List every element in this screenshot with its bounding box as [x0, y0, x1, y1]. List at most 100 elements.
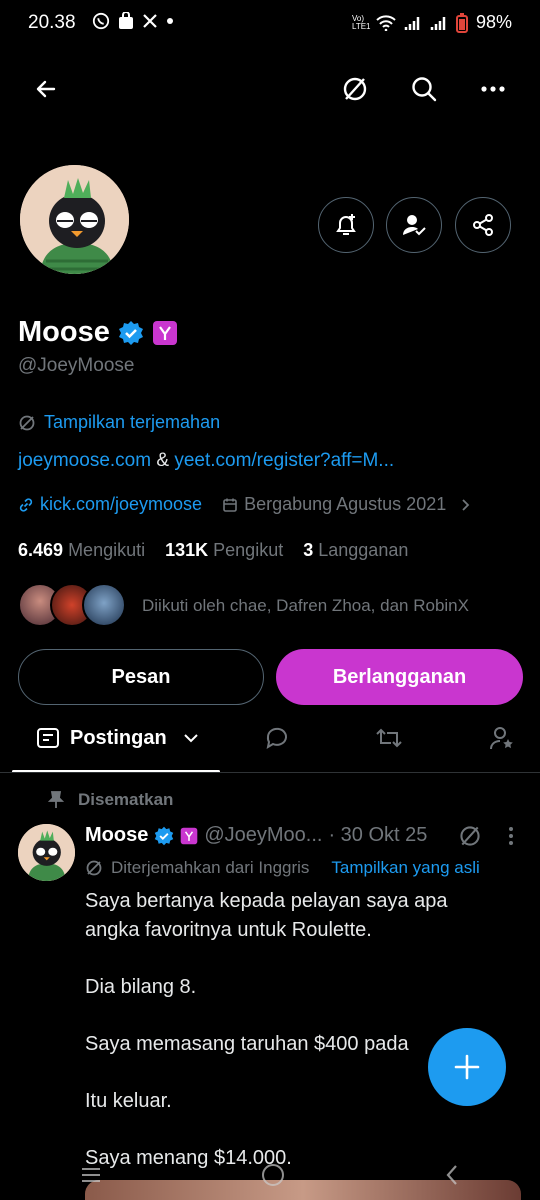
- followed-by-text[interactable]: Diikuti oleh chae, Dafren Zhoa, dan Robi…: [142, 596, 469, 616]
- translate-icon: [86, 860, 102, 876]
- subscriptions-count: 3: [303, 540, 314, 560]
- profile-avatar[interactable]: [18, 163, 131, 276]
- website-link[interactable]: kick.com/joeymoose: [40, 494, 202, 515]
- tab-replies[interactable]: [264, 725, 290, 751]
- subscriptions-label: Langganan: [318, 540, 409, 560]
- search-icon: [412, 77, 437, 102]
- mutual-follower-avatar: [82, 583, 126, 627]
- status-time: 20.38: [28, 12, 76, 33]
- shopping-bag-icon: [119, 12, 133, 29]
- signal-icon: [404, 16, 420, 30]
- tab-posts-label: Postingan: [70, 726, 167, 749]
- volte-label: Vo) LTE1: [351, 13, 371, 31]
- followers-count: 131K: [165, 540, 209, 560]
- compose-post-button[interactable]: [428, 1028, 506, 1106]
- message-button[interactable]: Pesan: [18, 649, 264, 705]
- post-line: Dia bilang 8.: [85, 976, 197, 998]
- battery-icon: [455, 12, 468, 33]
- following-count: 6.469: [18, 540, 64, 560]
- dot-icon: [167, 18, 173, 24]
- more-options-button[interactable]: [471, 67, 515, 111]
- penguin-avatar-icon: [20, 165, 129, 274]
- whatsapp-icon: [92, 12, 110, 30]
- following-button[interactable]: [386, 197, 442, 253]
- tab-affiliates[interactable]: [489, 725, 515, 751]
- more-dots-icon: [481, 86, 505, 92]
- search-button[interactable]: [402, 67, 446, 111]
- bio-link-yeet[interactable]: yeet.com/register?aff=M...: [174, 450, 394, 471]
- post-line: Itu keluar.: [85, 1090, 172, 1112]
- chevron-down-icon: [183, 734, 198, 743]
- post-author-handle: @JoeyMoo...: [204, 824, 323, 846]
- mutual-followers-avatars[interactable]: [18, 583, 126, 627]
- subscriptions-stat[interactable]: 3 Langganan: [303, 540, 408, 561]
- show-original-link[interactable]: Tampilkan yang asli: [331, 858, 479, 878]
- post-more-button[interactable]: [508, 826, 514, 846]
- translate-icon: [19, 415, 35, 430]
- back-arrow-icon: [36, 80, 56, 98]
- pinned-label-row: Disematkan: [48, 790, 173, 810]
- verified-badge-icon: [118, 320, 143, 345]
- post-date: · 30 Okt 25: [328, 824, 428, 846]
- display-name: Moose: [18, 316, 110, 348]
- bio-link-joeymoose[interactable]: joeymoose.com: [18, 450, 151, 471]
- wifi-icon: [376, 14, 396, 31]
- profile-meta-row: kick.com/joeymoose Bergabung Agustus 202…: [18, 494, 472, 515]
- repost-icon: [376, 728, 402, 748]
- posts-tab-icon: [37, 728, 59, 748]
- user-check-icon: [403, 215, 426, 236]
- bell-plus-icon: [336, 214, 356, 235]
- post-author-name[interactable]: Moose: [85, 824, 148, 847]
- pin-icon: [48, 791, 64, 808]
- followers-stat[interactable]: 131K Pengikut: [165, 540, 283, 561]
- followers-label: Pengikut: [213, 540, 284, 560]
- share-button[interactable]: [455, 197, 511, 253]
- post-translate-button[interactable]: [458, 824, 482, 848]
- profile-name-row: Moose: [18, 316, 178, 349]
- vertical-dots-icon: [509, 827, 513, 845]
- post-line: Saya bertanya kepada pelayan saya apa: [85, 890, 448, 912]
- notify-button[interactable]: [318, 197, 374, 253]
- following-label: Mengikuti: [68, 540, 146, 560]
- status-notification-icons: [92, 12, 174, 30]
- tab-reposts[interactable]: [375, 726, 403, 750]
- joined-date: Bergabung Agustus 2021: [244, 494, 447, 514]
- pinned-label: Disematkan: [78, 790, 174, 809]
- battery-percent: 98%: [475, 12, 512, 32]
- user-star-icon: [490, 727, 513, 750]
- share-icon: [473, 214, 493, 236]
- link-icon: [19, 497, 33, 512]
- post-paragraph: Saya bertanya kepada pelayan saya apa: [85, 887, 505, 916]
- post-paragraph: Dia bilang 8.: [85, 973, 505, 1002]
- translate-icon: [343, 77, 367, 101]
- penguin-avatar-icon: [18, 824, 75, 881]
- translate-button[interactable]: [333, 67, 377, 111]
- tabs-divider: [0, 772, 540, 773]
- translated-from-label: Diterjemahkan dari Inggris: [111, 858, 310, 877]
- calendar-icon: [223, 498, 237, 512]
- tab-posts[interactable]: Postingan: [36, 726, 199, 750]
- home-circle-icon[interactable]: [260, 1162, 286, 1188]
- recent-apps-icon[interactable]: [79, 1165, 103, 1185]
- system-navigation-bar: [0, 1150, 540, 1200]
- show-translation-link[interactable]: Tampilkan terjemahan: [18, 412, 220, 433]
- status-right: Vo) LTE1 98%: [352, 12, 512, 33]
- post-line: Saya memasang taruhan $400 pada: [85, 1033, 409, 1055]
- post-line: angka favoritnya untuk Roulette.: [85, 919, 372, 941]
- subscription-badge-icon: [152, 320, 177, 345]
- post-header: Moose @JoeyMoo... · 30 Okt 25: [85, 824, 427, 847]
- x-logo-icon: [143, 14, 157, 28]
- following-stat[interactable]: 6.469 Mengikuti: [18, 540, 145, 561]
- post-author-avatar[interactable]: [18, 824, 75, 881]
- profile-handle: @JoeyMoose: [18, 355, 135, 376]
- chevron-right-icon[interactable]: [460, 498, 472, 512]
- bio: joeymoose.com & yeet.com/register?aff=M.…: [18, 450, 394, 472]
- back-button[interactable]: [24, 67, 68, 111]
- signal-icon-2: [430, 16, 446, 30]
- translate-icon: [460, 826, 480, 846]
- bio-ampersand: &: [156, 450, 170, 471]
- back-chevron-icon[interactable]: [443, 1163, 461, 1187]
- plus-icon: [454, 1054, 480, 1080]
- verified-badge-icon: [155, 826, 174, 845]
- subscribe-button[interactable]: Berlangganan: [276, 649, 523, 705]
